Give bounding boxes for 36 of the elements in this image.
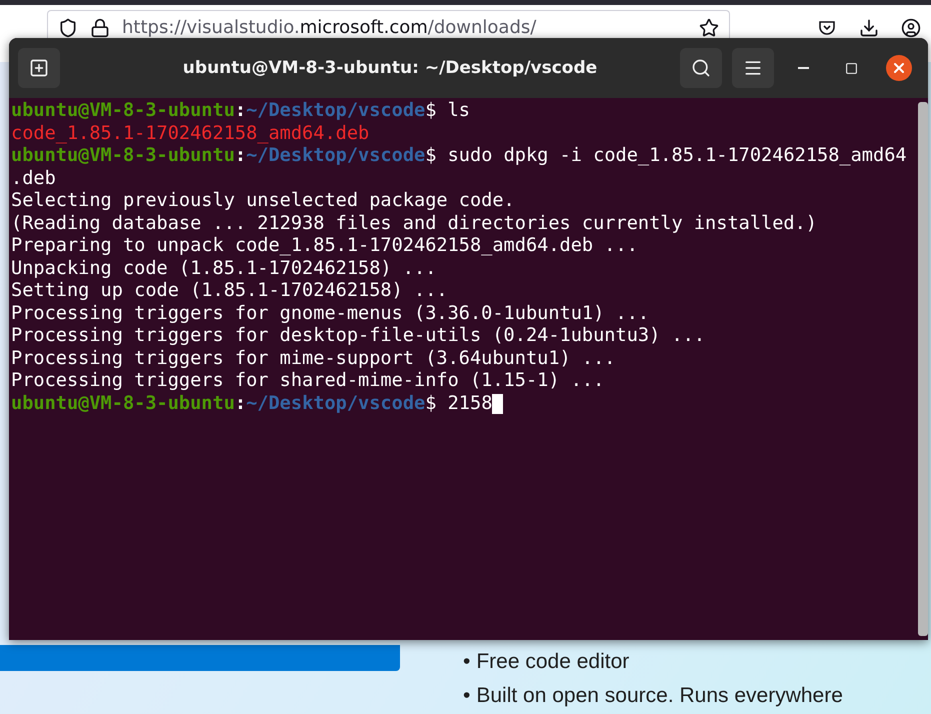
prompt-line: ubuntu@VM-8-3-ubuntu:~/Desktop/vscode$ sudo dpkg -i code_1.85.1-1702462158_amd64 — [11, 145, 908, 168]
lock-icon — [90, 18, 110, 38]
new-tab-button[interactable] — [18, 48, 60, 88]
menu-button[interactable] — [732, 48, 774, 88]
search-button[interactable] — [680, 48, 722, 88]
url-text: https://visualstudio.microsoft.com/downloads/ — [122, 18, 538, 38]
output-line: Processing triggers for desktop-file-utils (0.24-1ubuntu3) ... — [11, 325, 706, 348]
feature-item: Free code editor — [476, 649, 630, 675]
shield-icon[interactable] — [58, 18, 78, 38]
minimize-icon — [798, 67, 808, 69]
search-icon — [691, 58, 711, 78]
output-line: Unpacking code (1.85.1-1702462158) ... — [11, 258, 438, 280]
close-icon — [891, 60, 907, 76]
maximize-icon — [844, 62, 858, 74]
bullet-marker: • — [463, 683, 470, 709]
star-icon[interactable] — [699, 18, 719, 38]
window-title: ubuntu@VM-8-3-ubuntu: ~/Desktop/vscode — [182, 58, 598, 78]
output-line: Processing triggers for mime-support (3.64ubuntu1) ... — [11, 348, 616, 370]
plus-square-icon — [29, 58, 49, 78]
prompt-line: ubuntu@VM-8-3-ubuntu:~/Desktop/vscode$ ls — [11, 100, 472, 122]
account-icon[interactable] — [901, 18, 921, 38]
output-line: Setting up code (1.85.1-1702462158) ... — [11, 280, 449, 302]
bullet-marker: • — [463, 649, 470, 675]
pocket-icon[interactable] — [817, 18, 837, 38]
close-button[interactable] — [886, 55, 912, 81]
prompt-line: ubuntu@VM-8-3-ubuntu:~/Desktop/vscode$ 2158 — [11, 392, 918, 415]
scrollbar-thumb[interactable] — [918, 102, 928, 636]
output-line: Processing triggers for gnome-menus (3.36.0-1ubuntu1) ... — [11, 302, 650, 325]
download-icon[interactable] — [859, 18, 879, 38]
output-line: Selecting previously unselected package code. — [11, 190, 516, 212]
output-line: Processing triggers for shared-mime-info (1.15-1) ... — [11, 370, 606, 392]
output-line: Preparing to unpack code_1.85.1-1702462158_amd64.deb ... — [11, 235, 639, 258]
output-line: .deb — [11, 168, 57, 190]
output-line: (Reading database ... 212938 files and directories currently installed.) — [11, 212, 818, 235]
output-line: code_1.85.1-1702462158_amd64.deb — [11, 122, 370, 145]
feature-item: Built on open source. Runs everywhere — [476, 683, 843, 709]
